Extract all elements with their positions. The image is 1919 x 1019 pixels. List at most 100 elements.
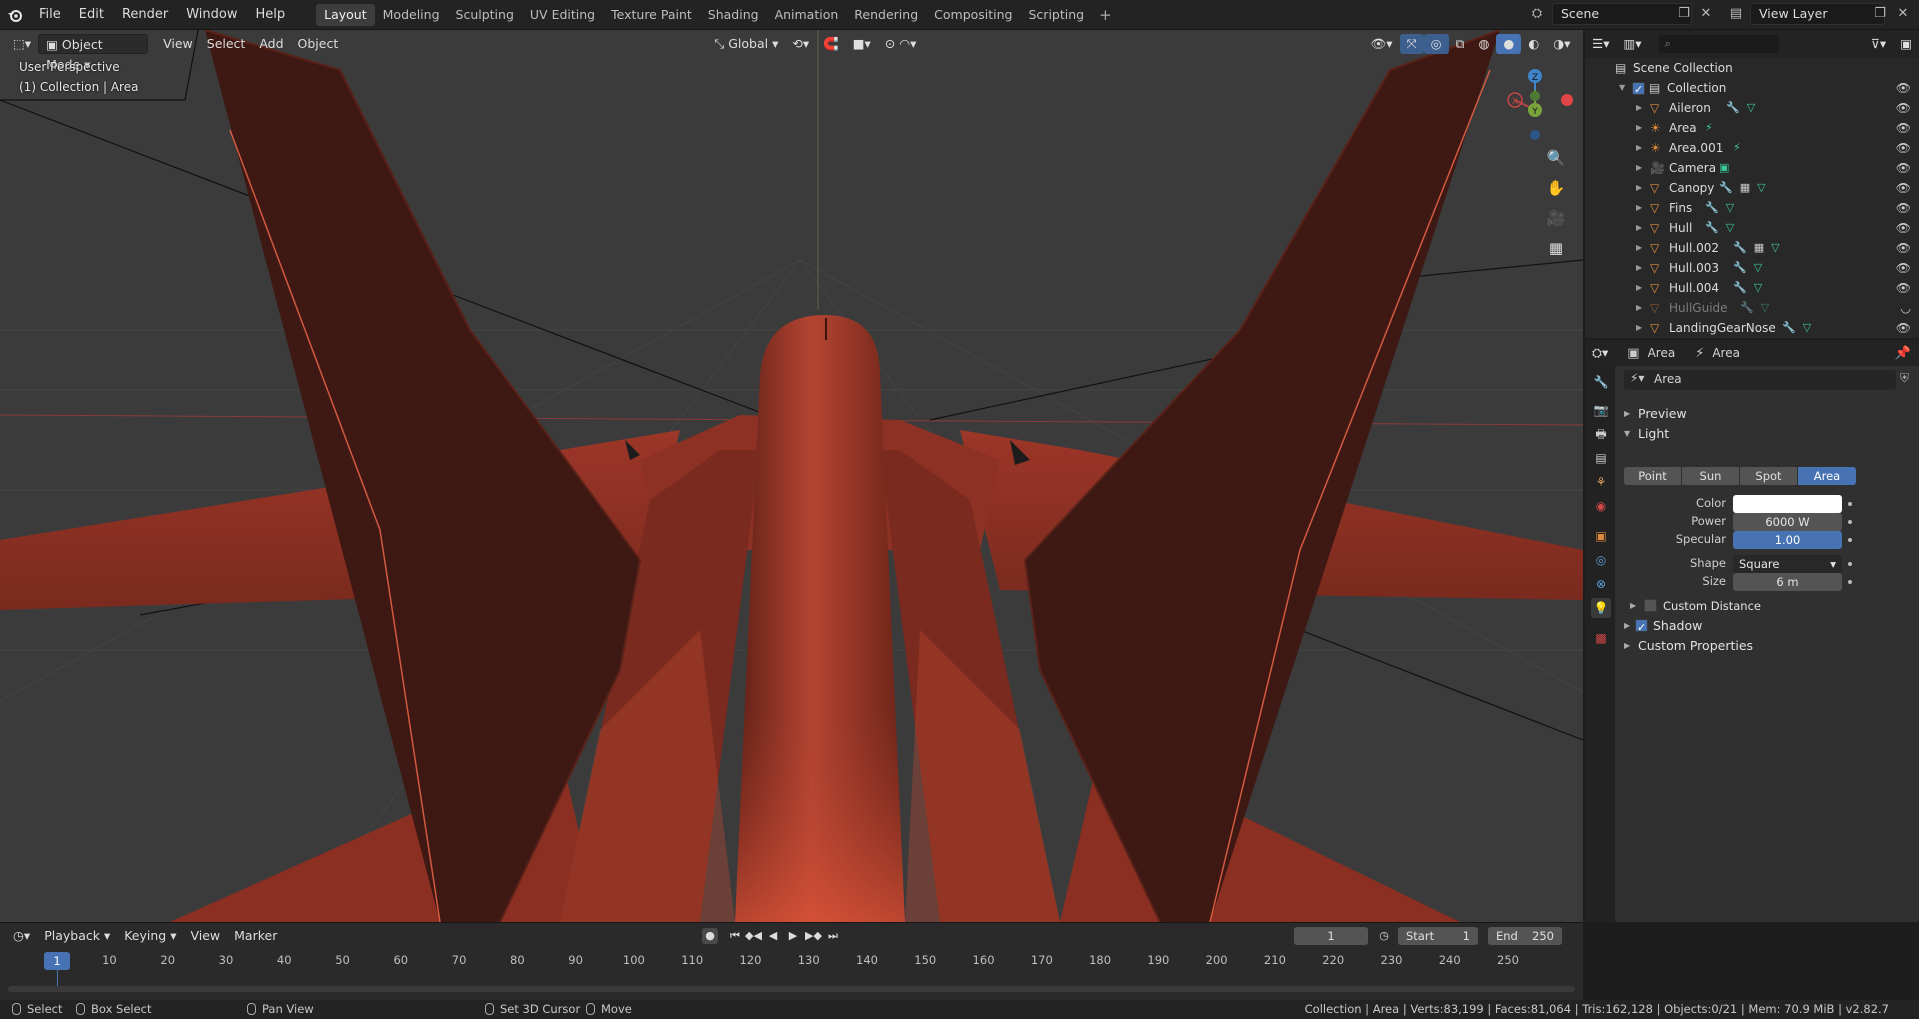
- gizmo-toggle-icon[interactable]: ⤧: [1399, 33, 1424, 54]
- world-tab-icon[interactable]: ◉: [1591, 496, 1611, 516]
- menu-select[interactable]: Select: [200, 34, 253, 54]
- scene-tab-icon[interactable]: ⚘: [1591, 472, 1611, 492]
- jump-start-icon[interactable]: ⏮: [727, 928, 743, 944]
- output-tab-icon[interactable]: 🖶: [1591, 424, 1611, 444]
- texture-tab-icon[interactable]: ▩: [1591, 628, 1611, 648]
- light-type-point[interactable]: Point: [1624, 467, 1681, 485]
- wireframe-shading-icon[interactable]: ◍: [1471, 34, 1496, 54]
- custom-distance-checkbox[interactable]: [1644, 599, 1657, 612]
- new-view-layer-icon[interactable]: ❐: [1870, 4, 1890, 24]
- view-layer-icon[interactable]: ▤: [1726, 4, 1746, 24]
- tool-tab-icon[interactable]: 🔧: [1591, 372, 1611, 392]
- light-type-sun[interactable]: Sun: [1682, 467, 1739, 485]
- outliner-item[interactable]: ▶ ▽ Aileron 🔧▽ 👁: [1585, 98, 1919, 118]
- outliner-item[interactable]: ▶ 🎥 Camera ▣ 👁: [1585, 158, 1919, 178]
- menu-view[interactable]: View: [156, 34, 200, 54]
- mesh-data-icon[interactable]: ▽: [1757, 181, 1772, 194]
- eye-icon[interactable]: 👁: [1896, 178, 1911, 198]
- keyframe-dot-icon[interactable]: [1848, 538, 1852, 542]
- tab-uv-editing[interactable]: UV Editing: [522, 4, 603, 26]
- delete-scene-icon[interactable]: ✕: [1696, 4, 1716, 24]
- mesh-data-icon[interactable]: ▽: [1747, 101, 1762, 114]
- menu-help[interactable]: Help: [247, 4, 295, 26]
- ortho-grid-icon[interactable]: ▦: [1543, 235, 1569, 261]
- outliner-item[interactable]: ▶ ▽ Hull.002 🔧▦▽ 👁: [1585, 238, 1919, 258]
- wrench-icon[interactable]: 🔧: [1740, 301, 1761, 314]
- jump-keyframe-back-icon[interactable]: ◆◀: [745, 928, 762, 944]
- add-workspace-button[interactable]: +: [1092, 6, 1119, 24]
- outliner-editor-type-icon[interactable]: ☰▾: [1585, 34, 1616, 54]
- shape-dropdown[interactable]: Square ▾: [1733, 555, 1842, 573]
- proportional-edit-icon[interactable]: ⊙ ◠▾: [878, 34, 924, 54]
- editor-type-icon[interactable]: ⬚▾: [6, 34, 38, 54]
- jump-end-icon[interactable]: ⏭: [825, 928, 841, 944]
- expand-triangle-icon[interactable]: ▶: [1636, 98, 1642, 118]
- eye-icon[interactable]: 👁: [1896, 258, 1911, 278]
- filter-icon[interactable]: ⊽▾: [1864, 34, 1893, 54]
- scene-icon[interactable]: ⛭: [1527, 4, 1547, 24]
- wrench-icon[interactable]: 🔧: [1719, 181, 1740, 194]
- wrench-icon[interactable]: 🔧: [1726, 101, 1747, 114]
- keyframe-dot-icon[interactable]: [1848, 562, 1852, 566]
- menu-timeline-view[interactable]: View: [183, 926, 227, 946]
- delete-view-layer-icon[interactable]: ✕: [1893, 4, 1913, 24]
- material-shading-icon[interactable]: ◐: [1521, 34, 1546, 54]
- light-data-icon[interactable]: ⚡: [1733, 141, 1748, 154]
- outliner-item[interactable]: ▶ ▽ HullGuide 🔧▽ ◡: [1585, 298, 1919, 318]
- outliner-item[interactable]: ▶ ▽ Fins 🔧▽ 👁: [1585, 198, 1919, 218]
- shadow-checkbox[interactable]: [1635, 617, 1648, 639]
- outliner-item[interactable]: ▶ ▽ Canopy 🔧▦▽ 👁: [1585, 178, 1919, 198]
- tab-compositing[interactable]: Compositing: [926, 4, 1020, 26]
- mesh-data-icon[interactable]: ▽: [1761, 301, 1776, 314]
- keyframe-dot-icon[interactable]: [1848, 520, 1852, 524]
- wrench-icon[interactable]: 🔧: [1782, 321, 1803, 334]
- light-data-tab-icon[interactable]: 💡: [1591, 598, 1611, 618]
- scene-selector[interactable]: Scene: [1552, 3, 1692, 25]
- light-type-area[interactable]: Area: [1798, 467, 1856, 485]
- timeline-editor-type-icon[interactable]: ◷▾: [6, 926, 37, 946]
- specular-slider[interactable]: 1.00: [1733, 531, 1842, 549]
- stopwatch-icon[interactable]: ◷: [1376, 928, 1392, 944]
- timeline-scrollbar[interactable]: [8, 986, 1575, 992]
- expand-triangle-icon[interactable]: ▶: [1636, 198, 1642, 218]
- play-reverse-icon[interactable]: ◀: [765, 928, 781, 944]
- tab-shading[interactable]: Shading: [700, 4, 767, 26]
- render-tab-icon[interactable]: 📷: [1591, 400, 1611, 420]
- camera-view-icon[interactable]: 🎥: [1543, 205, 1569, 231]
- pivot-icon[interactable]: ⟲▾: [785, 34, 816, 54]
- menu-playback[interactable]: Playback ▾: [37, 926, 117, 946]
- custom-distance-subpanel[interactable]: ▶ Custom Distance: [1616, 595, 1919, 617]
- expand-triangle-icon[interactable]: ▶: [1636, 278, 1642, 298]
- eye-icon[interactable]: 👁: [1896, 218, 1911, 238]
- datablock-field[interactable]: ⚡▾ Area: [1624, 370, 1896, 390]
- mode-selector[interactable]: ▣ Object Mode ▾: [38, 33, 149, 72]
- tab-modeling[interactable]: Modeling: [375, 4, 448, 26]
- object-tab-icon[interactable]: ▣: [1591, 526, 1611, 546]
- eye-icon[interactable]: 👁: [1896, 198, 1911, 218]
- outliner-item[interactable]: ▶ ▽ Hull 🔧▽ 👁: [1585, 218, 1919, 238]
- wrench-icon[interactable]: 🔧: [1705, 201, 1726, 214]
- mesh-data-icon[interactable]: ▽: [1726, 221, 1741, 234]
- collection-row[interactable]: ▼ ▤ Collection 👁: [1585, 78, 1919, 100]
- expand-triangle-icon[interactable]: ▶: [1636, 318, 1642, 338]
- eye-icon[interactable]: 👁: [1896, 118, 1911, 138]
- light-data-icon[interactable]: ⚡: [1705, 121, 1720, 134]
- material-icon[interactable]: ▦: [1740, 181, 1757, 194]
- outliner-item[interactable]: ▶ ▽ Hull.003 🔧▽ 👁: [1585, 258, 1919, 278]
- play-icon[interactable]: ▶: [785, 928, 801, 944]
- snap-icon[interactable]: 🧲: [816, 34, 846, 54]
- keyframe-dot-icon[interactable]: [1848, 502, 1852, 506]
- fake-user-shield-icon[interactable]: ⛨: [1900, 371, 1909, 386]
- start-frame-field[interactable]: Start 1: [1398, 927, 1478, 945]
- pin-icon[interactable]: 📌: [1895, 346, 1911, 361]
- current-frame-indicator[interactable]: 1: [44, 952, 70, 970]
- tab-texture-paint[interactable]: Texture Paint: [603, 4, 700, 26]
- eye-icon[interactable]: 👁: [1896, 238, 1911, 258]
- view-layer-selector[interactable]: View Layer: [1750, 3, 1885, 25]
- mesh-data-icon[interactable]: ▽: [1771, 241, 1786, 254]
- eye-icon[interactable]: 👁: [1896, 98, 1911, 118]
- wrench-icon[interactable]: 🔧: [1733, 241, 1754, 254]
- expand-triangle-icon[interactable]: ▶: [1636, 298, 1642, 318]
- mesh-data-icon[interactable]: ▽: [1754, 281, 1769, 294]
- mesh-data-icon[interactable]: ▽: [1754, 261, 1769, 274]
